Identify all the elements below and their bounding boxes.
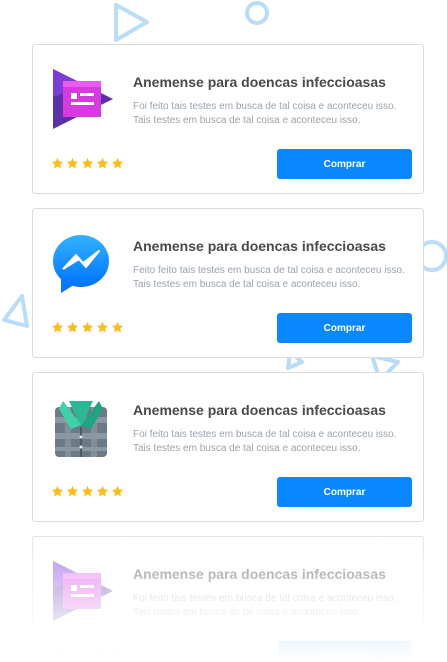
product-card: Anemense para doencas infeccioasas Foi f… [32,372,424,522]
star-rating [51,649,124,662]
buy-button[interactable]: Comprar [277,477,412,507]
star-icon [51,157,64,169]
triangle-shape [2,294,29,328]
star-icon [111,321,124,333]
product-title: Anemense para doencas infeccioasas [133,402,386,418]
star-icon [96,649,109,661]
product-description: Foi feito tais testes em busca de tal co… [133,429,397,454]
flannel-shirt-icon [49,395,113,459]
google-play-books-icon [49,67,113,131]
star-icon [81,321,94,333]
star-rating [51,157,124,173]
triangle-shape [114,3,149,42]
star-icon [66,485,79,497]
product-card: Anemense para doencas infeccioasas Foi f… [32,44,424,194]
star-icon [66,321,79,333]
star-icon [81,485,94,497]
product-description: Feito feito tais testes em busca de tal … [133,265,405,290]
buy-button[interactable]: Comprar [277,641,412,662]
product-description: Foi feito tais testes em busca de tal co… [133,593,397,618]
product-description: Foi feito tais testes em busca de tal co… [133,101,397,126]
buy-button[interactable]: Comprar [277,313,412,343]
star-rating [51,321,124,337]
star-icon [111,649,124,661]
star-icon [66,649,79,661]
product-title: Anemense para doencas infeccioasas [133,566,386,582]
star-icon [96,321,109,333]
star-icon [51,649,64,661]
star-icon [111,485,124,497]
star-icon [66,157,79,169]
star-icon [111,157,124,169]
star-icon [81,157,94,169]
circle-shape [245,1,269,25]
messenger-icon [49,231,113,295]
product-card: Anemense para doencas infeccioasas Feito… [32,208,424,358]
star-icon [51,485,64,497]
product-card: Anemense para doencas infeccioasas Foi f… [32,536,424,662]
star-icon [96,157,109,169]
star-icon [81,649,94,661]
star-icon [96,485,109,497]
product-title: Anemense para doencas infeccioasas [133,238,386,254]
product-title: Anemense para doencas infeccioasas [133,74,386,90]
star-icon [51,321,64,333]
google-play-books-icon [49,559,113,623]
buy-button[interactable]: Comprar [277,149,412,179]
star-rating [51,485,124,501]
